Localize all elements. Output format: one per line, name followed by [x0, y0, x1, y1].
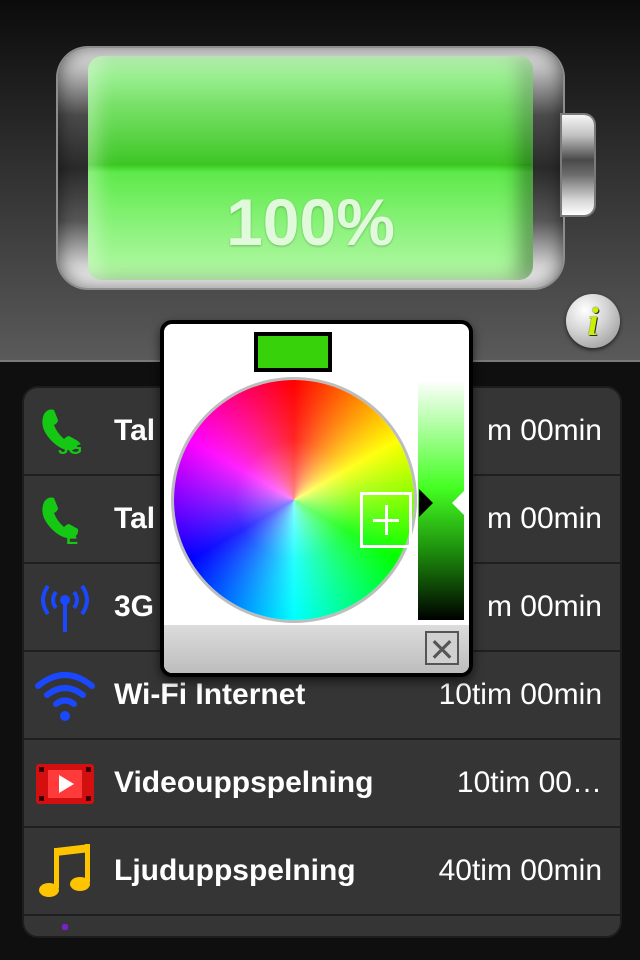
info-button[interactable]: i	[566, 294, 620, 348]
info-icon: i	[587, 299, 599, 344]
antenna-icon	[41, 584, 89, 632]
picker-footer: ✕	[164, 625, 469, 673]
battery-fill: 100%	[88, 56, 533, 280]
row-label: Tal	[114, 502, 156, 535]
row-value: 10tim 00…	[456, 766, 602, 799]
row-value: m 00min	[486, 502, 602, 535]
row-label: Videouppspelning	[114, 766, 374, 799]
phone-edge-icon: E	[42, 497, 79, 548]
wifi-icon	[35, 672, 95, 721]
battery-percent-label: 100%	[226, 185, 395, 259]
list-item[interactable]: Ljuduppspelning 40tim 00min	[24, 828, 620, 916]
brightness-slider-right-marker[interactable]	[452, 489, 466, 517]
row-value: 10tim 00min	[438, 678, 602, 711]
row-label: Ljuduppspelning	[114, 854, 356, 887]
battery-graphic: 100%	[58, 48, 563, 288]
color-crosshair-handle[interactable]	[360, 492, 412, 548]
row-value: m 00min	[486, 414, 602, 447]
phone-3g-icon: 3G	[42, 409, 82, 458]
row-label: 3G	[114, 590, 155, 623]
row-value: 40tim 00min	[438, 854, 602, 887]
row-label: Wi-Fi Internet	[114, 678, 306, 711]
close-button[interactable]: ✕	[425, 631, 459, 669]
battery-header: 100% i	[0, 0, 640, 362]
selected-color-swatch	[254, 332, 332, 372]
partial-icon	[62, 924, 68, 930]
music-note-icon	[39, 844, 90, 897]
list-item-partial	[24, 916, 620, 936]
row-value: m 00min	[486, 590, 602, 623]
color-picker-popup: ✕	[160, 320, 473, 677]
battery-app-screen: 100% i 3G Tal m 00min E Tal m 00min 3G m…	[0, 0, 640, 960]
brightness-slider-left-marker[interactable]	[419, 489, 433, 517]
close-icon: ✕	[428, 631, 456, 669]
video-icon	[36, 764, 94, 804]
svg-text:E: E	[66, 528, 78, 548]
svg-text:3G: 3G	[58, 438, 82, 458]
list-item[interactable]: Videouppspelning 10tim 00…	[24, 740, 620, 828]
battery-cap	[562, 115, 594, 215]
row-label: Tal	[114, 414, 156, 447]
